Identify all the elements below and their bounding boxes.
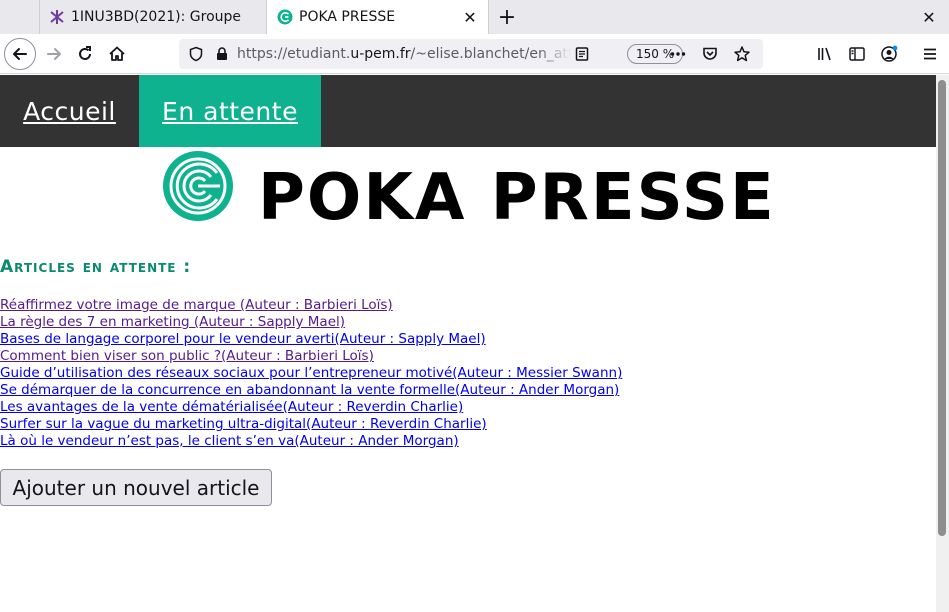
article-list: Réaffirmez votre image de marque (Auteur… [0,297,622,450]
forward-button[interactable] [38,38,70,70]
sidebar-icon[interactable] [845,42,869,66]
list-item: Guide d’utilisation des réseaux sociaux … [0,365,622,382]
site-navigation: Accueil En attente [0,75,936,147]
more-actions-icon[interactable] [667,43,689,65]
url-actions [661,43,757,65]
library-icon[interactable] [813,42,837,66]
list-item: Comment bien viser son public ?(Auteur :… [0,348,622,365]
bookmark-star-icon[interactable] [731,43,753,65]
account-icon[interactable] [877,42,901,66]
navigation-toolbar: https://etudiant.u-pem.fr/~elise.blanche… [0,34,949,74]
reader-view-icon[interactable] [571,43,593,65]
tab-moodle[interactable]: 1INU3BD(2021): Groupe [41,0,265,34]
reload-button[interactable] [69,38,101,70]
tab-strip: 1INU3BD(2021): Groupe POKA PRESSE ✕ + ✕ [0,0,949,34]
url-bar[interactable]: https://etudiant.u-pem.fr/~elise.blanche… [179,39,763,69]
url-prefix: https://etudiant. [237,46,351,62]
add-article-button[interactable]: Ajouter un nouvel article [0,469,272,506]
article-link[interactable]: Comment bien viser son public ?(Auteur :… [0,348,374,364]
moodle-icon [49,9,65,25]
section-title: Articles en attente : [0,257,192,277]
article-link[interactable]: Les avantages de la vente dématérialisée… [0,399,463,415]
article-link[interactable]: Guide d’utilisation des réseaux sociaux … [0,365,622,381]
tab-poka-presse[interactable]: POKA PRESSE ✕ [266,0,489,34]
article-link[interactable]: Surfer sur la vague du marketing ultra-d… [0,416,487,432]
close-tab-icon[interactable]: ✕ [458,5,482,29]
close-window-icon[interactable]: ✕ [917,5,941,29]
list-item: Se démarquer de la concurrence en abando… [0,382,622,399]
list-item: La règle des 7 en marketing (Auteur : Sa… [0,314,622,331]
list-item: Réaffirmez votre image de marque (Auteur… [0,297,622,314]
list-item: Surfer sur la vague du marketing ultra-d… [0,416,622,433]
pocket-icon[interactable] [699,43,721,65]
tab-title: 1INU3BD(2021): Groupe [71,9,242,25]
page-content: Accueil En attente POKA PRESSE Articles … [0,75,936,612]
new-tab-button[interactable]: + [494,3,520,31]
site-title: POKA PRESSE [258,161,776,235]
article-link[interactable]: Se démarquer de la concurrence en abando… [0,382,619,398]
url-text[interactable]: https://etudiant.u-pem.fr/~elise.blanche… [237,46,571,62]
article-link[interactable]: Là où le vendeur n’est pas, le client s’… [0,433,459,449]
nav-link-en-attente[interactable]: En attente [139,75,321,147]
list-item: Bases de langage corporel pour le vendeu… [0,331,622,348]
tab-strip-spacer [0,0,40,34]
list-item: Les avantages de la vente dématérialisée… [0,399,622,416]
poka-favicon [277,9,293,25]
article-link[interactable]: Réaffirmez votre image de marque (Auteur… [0,297,393,313]
menu-icon[interactable] [918,42,942,66]
url-host: u-pem.fr [350,46,411,62]
url-path: /~elise.blanchet/en_att [410,46,571,62]
nav-link-accueil[interactable]: Accueil [0,75,139,147]
scrollbar-thumb[interactable] [938,80,946,536]
home-button[interactable] [101,38,133,70]
lock-icon[interactable] [211,43,233,65]
list-item: Là où le vendeur n’est pas, le client s’… [0,433,622,450]
tab-title: POKA PRESSE [299,9,396,25]
article-link[interactable]: Bases de langage corporel pour le vendeu… [0,331,486,347]
back-button[interactable] [4,38,36,70]
article-link[interactable]: La règle des 7 en marketing (Auteur : Sa… [0,314,345,330]
poka-logo-icon [162,149,234,223]
tracking-shield-icon[interactable] [185,43,207,65]
